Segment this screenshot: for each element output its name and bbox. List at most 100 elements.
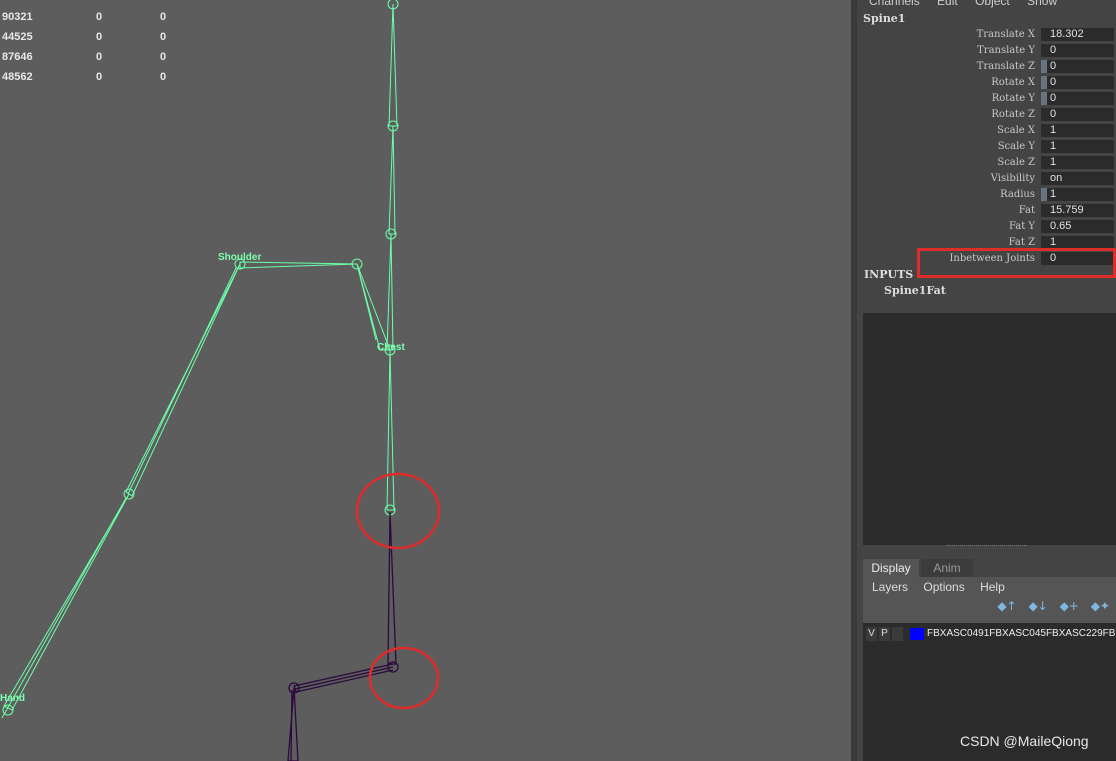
hud-value: 0	[96, 51, 103, 63]
watermark: CSDN @MaileQiong	[960, 733, 1089, 749]
channel-row[interactable]: Fat 15.759	[857, 203, 1116, 218]
channel-value-field[interactable]: 1	[1047, 156, 1114, 169]
channel-box-menu: Channels Edit Object Show	[869, 0, 1071, 8]
upper-arm-bone	[127, 267, 237, 495]
menu-options[interactable]: Options	[923, 580, 964, 594]
channel-label[interactable]: Translate Z	[977, 59, 1035, 74]
channel-row[interactable]: Visibility on	[857, 171, 1116, 186]
layer-name[interactable]: FBXASC0491FBXASC045FBXASC229FBX	[927, 627, 1115, 641]
tab-anim[interactable]: Anim	[921, 559, 973, 577]
hud-value: 0	[160, 51, 167, 63]
menu-edit[interactable]: Edit	[937, 0, 958, 8]
layer-editor-menu: Layers Options Help	[872, 580, 1017, 594]
channel-label[interactable]: Translate X	[977, 27, 1035, 42]
channel-row[interactable]: Rotate Y 0	[857, 91, 1116, 106]
channel-value-field[interactable]: 0	[1047, 76, 1114, 89]
layer-row[interactable]: V P FBXASC0491FBXASC045FBXASC229FBX	[866, 627, 1116, 642]
joint-label-hand: Hand	[0, 693, 25, 704]
annotation-circle	[355, 472, 441, 550]
move-layer-down-icon[interactable]: ◆↓	[1028, 599, 1047, 613]
channel-row[interactable]: Translate X 18.302	[857, 27, 1116, 42]
leg-bone	[287, 687, 299, 761]
leg-bone	[290, 689, 293, 761]
inputs-header[interactable]: INPUTS	[864, 268, 913, 281]
channel-row[interactable]: Scale Z 1	[857, 155, 1116, 170]
channel-row[interactable]: Translate Y 0	[857, 43, 1116, 58]
channel-value-field[interactable]: 0.65	[1047, 220, 1114, 233]
annotation-highlight-box	[917, 248, 1116, 278]
channel-label[interactable]: Visibility	[991, 171, 1035, 186]
hud-value: 0	[160, 11, 167, 23]
menu-channels[interactable]: Channels	[869, 0, 920, 8]
channel-label[interactable]: Fat	[1019, 203, 1035, 218]
channel-value-field[interactable]: 18.302	[1047, 28, 1114, 41]
hud-value: 0	[96, 31, 103, 43]
channel-label[interactable]: Rotate X	[991, 75, 1035, 90]
menu-help[interactable]: Help	[980, 580, 1005, 594]
new-layer-icon[interactable]: ◆+	[1060, 599, 1079, 613]
joint-label-shoulder: Shoulder	[218, 252, 262, 263]
forearm-bone	[1, 497, 127, 719]
hud-value: 0	[96, 71, 103, 83]
channel-row[interactable]: Scale X 1	[857, 123, 1116, 138]
hud-value: 87646	[2, 51, 33, 63]
channel-box-empty-area	[863, 313, 1116, 545]
menu-layers[interactable]: Layers	[872, 580, 908, 594]
spine-bone	[386, 349, 395, 511]
channel-value-field[interactable]: 0	[1047, 60, 1114, 73]
hip-bone	[294, 666, 394, 690]
layer-editor-toolbar: Layers Options Help ◆↑ ◆↓ ◆+ ◆✦	[863, 577, 1116, 623]
spine-bone	[388, 3, 398, 127]
clavicle-bone	[356, 263, 391, 351]
channel-value-field[interactable]: 1	[1047, 188, 1114, 201]
move-layer-up-icon[interactable]: ◆↑	[997, 599, 1016, 613]
clavicle-bone	[356, 263, 377, 341]
hud-value: 0	[160, 71, 167, 83]
channel-value-field[interactable]: on	[1047, 172, 1114, 185]
channel-value-field[interactable]: 15.759	[1047, 204, 1114, 217]
channel-label[interactable]: Fat Y	[1009, 219, 1035, 234]
channel-row[interactable]: Scale Y 1	[857, 139, 1116, 154]
tab-display[interactable]: Display	[863, 559, 919, 577]
channel-value-field[interactable]: 0	[1047, 92, 1114, 105]
spine-bone	[388, 125, 396, 235]
channel-label[interactable]: Scale Y	[998, 139, 1035, 154]
channel-value-field[interactable]: 0	[1047, 44, 1114, 57]
new-layer-selected-icon[interactable]: ◆✦	[1091, 599, 1110, 613]
layer-visibility-toggle[interactable]: V	[866, 627, 877, 641]
layer-color-swatch[interactable]	[910, 628, 924, 640]
channel-box-panel: Channels Edit Object Show Spine1 Transla…	[857, 0, 1116, 761]
channel-label[interactable]: Rotate Z	[991, 107, 1035, 122]
channel-value-field[interactable]: 1	[1047, 124, 1114, 137]
channel-row[interactable]: Rotate X 0	[857, 75, 1116, 90]
input-node[interactable]: Spine1Fat	[884, 284, 946, 297]
channel-label[interactable]: Scale Z	[997, 155, 1035, 170]
hud-value: 90321	[2, 11, 33, 23]
channel-value-field[interactable]: 0	[1047, 108, 1114, 121]
menu-object[interactable]: Object	[975, 0, 1010, 8]
channel-row[interactable]: Translate Z 0	[857, 59, 1116, 74]
layer-tool-icons: ◆↑ ◆↓ ◆+ ◆✦	[989, 599, 1110, 613]
spine-bone	[386, 233, 394, 351]
hud-value: 44525	[2, 31, 33, 43]
channel-row[interactable]: Rotate Z 0	[857, 107, 1116, 122]
menu-show[interactable]: Show	[1027, 0, 1057, 8]
layer-playback-toggle[interactable]: P	[879, 627, 890, 641]
channel-value-field[interactable]: 1	[1047, 140, 1114, 153]
hud-value: 48562	[2, 71, 33, 83]
selected-object-name[interactable]: Spine1	[863, 12, 905, 25]
channel-label[interactable]: Rotate Y	[992, 91, 1035, 106]
channel-row[interactable]: Fat Y 0.65	[857, 219, 1116, 234]
hud-value: 0	[160, 31, 167, 43]
layer-display-type-toggle[interactable]	[892, 627, 903, 641]
channel-label[interactable]: Scale X	[997, 123, 1035, 138]
resize-grip[interactable]	[947, 545, 1027, 551]
channel-label[interactable]: Translate Y	[977, 43, 1035, 58]
joint-label-chest: Chest	[377, 342, 405, 353]
3d-viewport[interactable]: 90321 0 0 44525 0 0 87646 0 0 48562 0 0 …	[0, 0, 851, 761]
lower-spine-bone	[387, 511, 397, 665]
skeleton-drawing	[1, 0, 441, 761]
channel-label[interactable]: Radius	[1000, 187, 1035, 202]
hud-value: 0	[96, 11, 103, 23]
channel-row[interactable]: Radius 1	[857, 187, 1116, 202]
